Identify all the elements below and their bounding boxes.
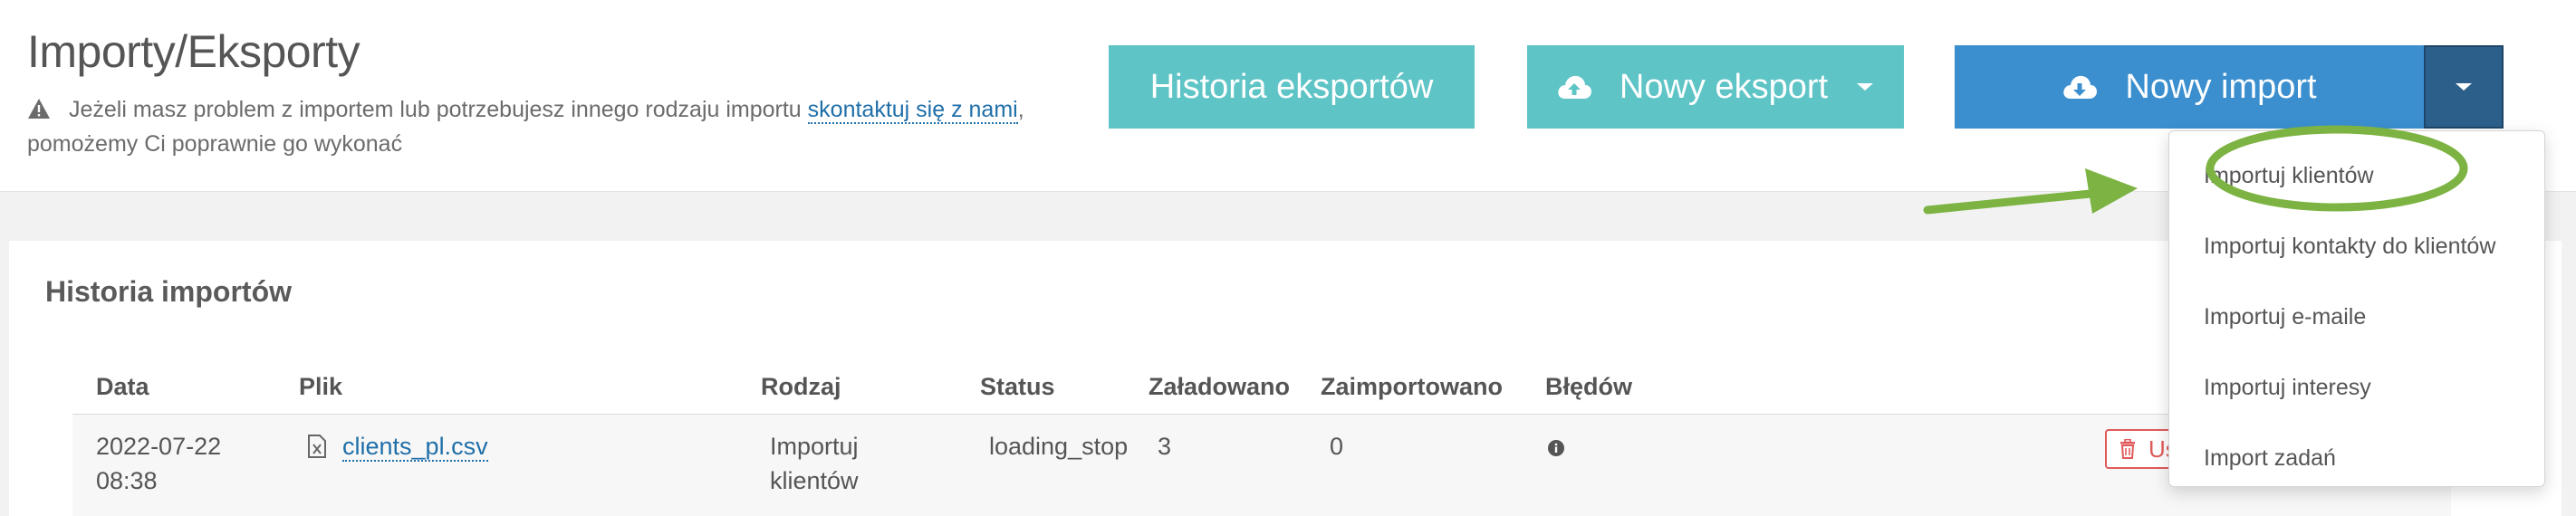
table-row: 2022-07-22 08:38 clients_pl.csv Importuj… bbox=[72, 415, 2451, 516]
new-export-button[interactable]: Nowy eksport bbox=[1527, 45, 1904, 129]
import-dropdown-menu: Importuj klientów Importuj kontakty do k… bbox=[2168, 130, 2545, 487]
column-header-errors: Błędów bbox=[1545, 373, 1633, 400]
notice-text-2: pomożemy Ci poprawnie go wykonać bbox=[27, 131, 403, 157]
menu-item-import-clients[interactable]: Importuj klientów bbox=[2169, 140, 2544, 211]
new-import-label: Nowy import bbox=[2125, 67, 2317, 106]
caret-down-icon bbox=[2456, 83, 2472, 91]
row-type: Importuj klientów bbox=[770, 429, 859, 498]
menu-item-import-deals[interactable]: Importuj interesy bbox=[2169, 352, 2544, 423]
contact-us-link[interactable]: skontaktuj się z nami bbox=[807, 97, 1018, 124]
column-header-date: Data bbox=[96, 373, 149, 400]
caret-down-icon bbox=[1857, 83, 1874, 91]
row-errors bbox=[1547, 429, 1565, 463]
new-import-button[interactable]: Nowy import bbox=[1955, 45, 2424, 129]
column-header-type: Rodzaj bbox=[761, 373, 841, 400]
row-type-line1: Importuj bbox=[770, 433, 859, 460]
warning-icon bbox=[28, 99, 50, 119]
table-header: Data Plik Rodzaj Status Załadowano Zaimp… bbox=[72, 362, 2451, 415]
notice-comma: , bbox=[1017, 97, 1024, 122]
menu-item-import-client-contacts[interactable]: Importuj kontakty do klientów bbox=[2169, 211, 2544, 282]
row-loaded: 3 bbox=[1158, 433, 1172, 460]
row-imported: 0 bbox=[1330, 433, 1344, 460]
column-header-loaded: Załadowano bbox=[1149, 373, 1291, 400]
import-history-title: Historia importów bbox=[45, 275, 293, 308]
menu-item-import-tasks[interactable]: Import zadań bbox=[2169, 423, 2544, 493]
new-import-dropdown-toggle[interactable] bbox=[2424, 45, 2504, 129]
cloud-upload-icon bbox=[1558, 75, 1591, 99]
row-status: loading_stop bbox=[989, 433, 1129, 460]
cloud-download-icon bbox=[2063, 75, 2098, 99]
notice-text: Jeżeli masz problem z importem lub potrz… bbox=[69, 97, 802, 122]
info-icon[interactable] bbox=[1547, 439, 1565, 457]
column-header-imported: Zaimportowano bbox=[1321, 373, 1503, 400]
history-exports-button[interactable]: Historia eksportów bbox=[1109, 45, 1475, 129]
page-title: Importy/Eksporty bbox=[27, 26, 360, 77]
row-date: 2022-07-22 08:38 bbox=[96, 429, 221, 498]
file-link[interactable]: clients_pl.csv bbox=[342, 433, 488, 462]
column-header-file: Plik bbox=[299, 373, 343, 400]
row-file: clients_pl.csv bbox=[308, 429, 488, 463]
trash-icon bbox=[2120, 439, 2135, 459]
annotation-arrow-line bbox=[1923, 188, 2104, 215]
history-exports-label: Historia eksportów bbox=[1149, 67, 1434, 106]
menu-item-import-emails[interactable]: Importuj e-maile bbox=[2169, 282, 2544, 352]
row-date-time: 08:38 bbox=[96, 467, 158, 494]
row-type-line2: klientów bbox=[770, 467, 859, 494]
column-header-status: Status bbox=[980, 373, 1055, 400]
help-notice: Jeżeli masz problem z importem lub potrz… bbox=[27, 92, 1060, 161]
row-date-day: 2022-07-22 bbox=[96, 433, 222, 460]
file-excel-icon bbox=[308, 435, 326, 458]
new-export-label: Nowy eksport bbox=[1619, 67, 1829, 106]
import-history-table: Data Plik Rodzaj Status Załadowano Zaimp… bbox=[72, 362, 2451, 516]
